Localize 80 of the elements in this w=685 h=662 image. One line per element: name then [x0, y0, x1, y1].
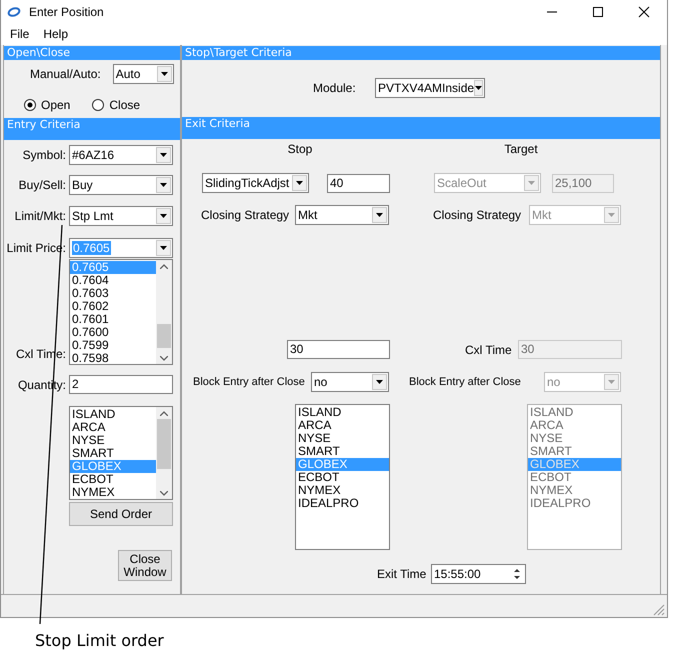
list-item[interactable]: ECBOT	[70, 473, 156, 486]
caret-icon	[376, 213, 383, 217]
window-title: Enter Position	[29, 5, 104, 19]
field-label: Exit Time	[377, 567, 428, 581]
caret-icon	[160, 72, 168, 76]
field-label: Buy/Sell:	[18, 178, 66, 192]
scrollbar-thumb[interactable]	[157, 419, 171, 469]
symbol-dropdown[interactable]: #6AZ16	[69, 145, 173, 165]
list-item[interactable]: NYMEX	[296, 484, 389, 497]
list-item[interactable]: 0.7600	[70, 326, 156, 339]
scrollbar[interactable]	[156, 407, 172, 499]
menu-item[interactable]: Help	[43, 27, 68, 41]
stop-amount-field[interactable]: 40	[327, 174, 390, 192]
list-item[interactable]: NYMEX	[70, 486, 156, 499]
module-dropdown[interactable]: PVTXV4AMInside	[375, 78, 485, 98]
list-item[interactable]: ECBOT	[296, 471, 389, 484]
section-header: Stop\Target Criteria	[182, 46, 660, 60]
send-order-button[interactable]: Send Order	[69, 502, 173, 526]
order-type-dropdown[interactable]: Stp Lmt	[69, 206, 173, 226]
field-label: Manual/Auto:	[30, 67, 101, 81]
list-item[interactable]: SMART	[70, 447, 156, 460]
field-label: Block Entry after Close	[193, 376, 306, 388]
closing-strategy-dropdown[interactable]: Mkt	[295, 205, 389, 225]
caret-icon	[608, 213, 615, 217]
time-spinner[interactable]: 15:55:00	[431, 564, 526, 584]
caret-icon	[160, 246, 167, 250]
list-item[interactable]: IDEALPRO	[296, 497, 389, 510]
caret-icon	[160, 214, 167, 218]
radio-icon	[24, 99, 36, 111]
caret-icon	[528, 181, 535, 185]
list-item[interactable]: ISLAND	[70, 408, 156, 421]
list-item[interactable]: ARCA	[296, 419, 389, 432]
cxl-time-field[interactable]: 30	[287, 340, 390, 359]
section-header: Entry Criteria	[4, 118, 180, 140]
list-item[interactable]: 0.7598	[70, 352, 156, 364]
section-header: Exit Criteria	[182, 117, 660, 139]
mode-dropdown[interactable]: Auto	[112, 64, 174, 84]
field-label: Closing Strategy	[433, 208, 522, 222]
side-dropdown[interactable]: Buy	[69, 175, 173, 195]
list-item[interactable]: 0.7604	[70, 274, 156, 287]
radio-button[interactable]: Open	[24, 98, 70, 112]
annotation-text: Stop Limit order	[35, 631, 164, 650]
close-window-button[interactable]: Close Window	[118, 550, 172, 581]
caret-icon	[160, 153, 167, 157]
stop-type-dropdown[interactable]: SlidingTickAdjst	[202, 173, 309, 193]
caret-icon	[608, 380, 615, 384]
scrollbar[interactable]	[156, 260, 172, 364]
menu-item[interactable]: File	[10, 27, 30, 41]
list-item[interactable]: ARCA	[70, 421, 156, 434]
field-label: Cxl Time	[465, 342, 513, 356]
list-item[interactable]: NYSE	[296, 432, 389, 445]
section-header: Open\Close	[4, 46, 180, 60]
list-item[interactable]: SMART	[296, 445, 389, 458]
quantity-field[interactable]: 2	[69, 375, 173, 394]
list-item[interactable]: 0.7599	[70, 339, 156, 352]
radio-icon	[92, 99, 104, 111]
column-heading: Target	[503, 142, 539, 156]
list-item[interactable]: 0.7603	[70, 287, 156, 300]
list-item[interactable]: 0.7602	[70, 300, 156, 313]
field-label: Block Entry after Close	[409, 376, 522, 388]
field-label: Closing Strategy	[201, 208, 290, 222]
radio-button[interactable]: Close	[92, 98, 140, 112]
block-entry-dropdown[interactable]: no	[311, 372, 389, 392]
field-label: Module:	[313, 81, 357, 95]
caret-icon	[160, 183, 167, 187]
scrollbar-thumb[interactable]	[157, 324, 171, 348]
list-item[interactable]: ISLAND	[296, 406, 389, 419]
caret-icon	[296, 181, 303, 185]
caret-icon	[376, 380, 383, 384]
list-box[interactable]: ISLAND ARCA NYSE SMART GLOBEX ECBOT NYMEX	[69, 406, 173, 500]
list-box[interactable]: ISLAND ARCA NYSE SMART GLOBEX ECBOT NYMEX IDEALPRO	[295, 404, 390, 550]
field-label: Symbol:	[22, 148, 66, 162]
list-box[interactable]: 0.7605 0.7604 0.7603 0.7602 0.7601 0.7600 0.7599 0.7598	[69, 259, 173, 365]
list-item[interactable]: NYSE	[70, 434, 156, 447]
resize-grip-icon[interactable]	[653, 604, 665, 616]
column-heading: Stop	[286, 142, 314, 156]
caret-icon	[475, 86, 482, 90]
list-item[interactable]: 0.7601	[70, 313, 156, 326]
field-label: Limit/Mkt:	[14, 209, 66, 223]
ring-icon	[7, 7, 21, 17]
